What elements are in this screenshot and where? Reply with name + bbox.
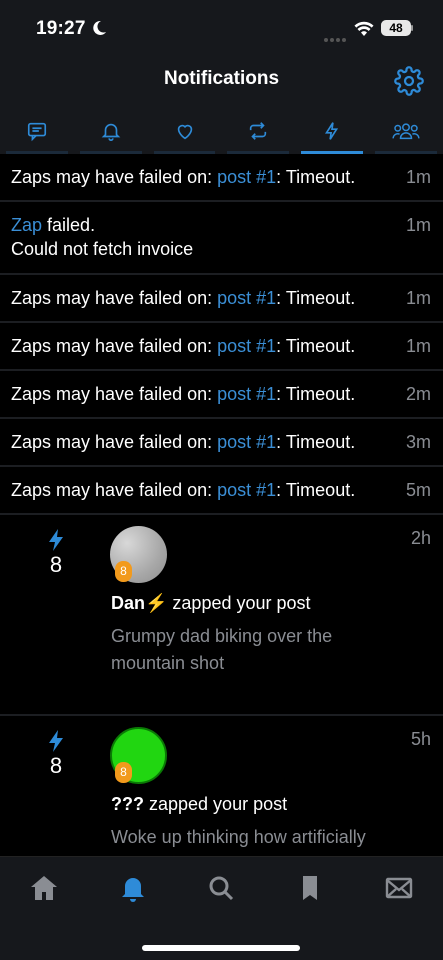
tab-reposts[interactable] bbox=[221, 108, 295, 154]
timestamp: 5m bbox=[405, 480, 431, 500]
failure-line1: failed. bbox=[42, 215, 96, 235]
failure-row[interactable]: Zaps may have failed on: post #1: Timeou… bbox=[0, 323, 443, 371]
failure-prefix: Zaps may have failed on: bbox=[11, 167, 218, 187]
zap-amount: 8 bbox=[49, 753, 63, 778]
post-link[interactable]: post #1 bbox=[217, 288, 276, 308]
failure-suffix: : Timeout. bbox=[276, 336, 356, 356]
zapper-name[interactable]: ??? bbox=[111, 794, 144, 814]
battery-icon: 48 bbox=[381, 20, 411, 36]
failure-row[interactable]: Zaps may have failed on: post #1: Timeou… bbox=[0, 371, 443, 419]
post-link[interactable]: post #1 bbox=[217, 167, 276, 187]
timestamp: 1m bbox=[405, 288, 431, 308]
tab-follows[interactable] bbox=[369, 108, 443, 154]
failure-prefix: Zaps may have failed on: bbox=[11, 384, 218, 404]
nav-bar: Notifications bbox=[0, 58, 443, 108]
battery-tip bbox=[411, 25, 413, 31]
timestamp: 1m bbox=[405, 215, 431, 235]
zap-summary: Dan⚡ zapped your post bbox=[111, 593, 311, 614]
bell-icon bbox=[101, 123, 121, 141]
home-indicator bbox=[142, 945, 300, 951]
page-title: Notifications bbox=[163, 68, 280, 89]
zap-amount: 8 bbox=[49, 552, 63, 577]
nav-home[interactable] bbox=[0, 872, 89, 904]
chat-icon bbox=[27, 122, 46, 142]
timestamp: 1m bbox=[405, 167, 431, 187]
failure-row[interactable]: Zaps may have failed on: post #1: Timeou… bbox=[0, 275, 443, 323]
failure-row[interactable]: Zaps may have failed on: post #1: Timeou… bbox=[0, 154, 443, 202]
zap-summary: ??? zapped your post bbox=[111, 794, 287, 815]
failure-prefix: Zaps may have failed on: bbox=[11, 480, 218, 500]
heart-icon bbox=[177, 124, 192, 140]
tab-mentions[interactable] bbox=[74, 108, 148, 154]
nav-messages[interactable] bbox=[354, 872, 443, 904]
search-icon bbox=[209, 876, 234, 901]
failure-suffix: : Timeout. bbox=[276, 167, 356, 187]
zapper-name[interactable]: Dan⚡ bbox=[111, 593, 167, 613]
gear-icon[interactable] bbox=[394, 66, 424, 96]
failure-row[interactable]: Zaps may have failed on: post #1: Timeou… bbox=[0, 419, 443, 467]
mail-icon bbox=[385, 877, 412, 899]
repost-icon bbox=[250, 122, 267, 140]
post-link[interactable]: post #1 bbox=[217, 480, 276, 500]
timestamp: 1m bbox=[405, 336, 431, 356]
failure-prefix: Zaps may have failed on: bbox=[11, 336, 218, 356]
timestamp: 5h bbox=[410, 729, 431, 749]
zap-action: zapped your post bbox=[144, 794, 288, 814]
status-time: 19:27 bbox=[36, 18, 86, 39]
timestamp: 2h bbox=[410, 528, 431, 548]
failure-row[interactable]: Zaps may have failed on: post #1: Timeou… bbox=[0, 467, 443, 515]
tab-likes[interactable] bbox=[148, 108, 222, 154]
nav-search[interactable] bbox=[177, 872, 266, 904]
zap-notification[interactable]: 8 8 2h Dan⚡ zapped your post Grumpy dad … bbox=[0, 515, 443, 716]
zap-badge: 8 bbox=[115, 561, 132, 582]
failure-row[interactable]: Zap failed. Could not fetch invoice 1m bbox=[0, 202, 443, 275]
group-icon bbox=[392, 123, 420, 140]
post-link[interactable]: post #1 bbox=[217, 432, 276, 452]
timestamp: 2m bbox=[405, 384, 431, 404]
status-bar: 19:27 48 bbox=[0, 0, 443, 58]
signal-icon bbox=[324, 29, 348, 47]
notification-list: Zaps may have failed on: post #1: Timeou… bbox=[0, 154, 443, 917]
wifi-icon bbox=[354, 21, 374, 36]
bookmark-icon bbox=[303, 876, 318, 900]
lightning-icon bbox=[49, 529, 63, 551]
lightning-icon bbox=[49, 730, 63, 752]
failure-prefix: Zaps may have failed on: bbox=[11, 432, 218, 452]
home-icon bbox=[31, 876, 58, 900]
bottom-nav bbox=[0, 856, 443, 960]
failure-suffix: : Timeout. bbox=[276, 480, 356, 500]
failure-suffix: : Timeout. bbox=[276, 432, 356, 452]
nav-notifications[interactable] bbox=[89, 872, 178, 904]
notification-tabs bbox=[0, 108, 443, 154]
tab-replies[interactable] bbox=[0, 108, 74, 154]
failure-prefix: Zaps may have failed on: bbox=[11, 288, 218, 308]
failure-suffix: : Timeout. bbox=[276, 384, 356, 404]
post-link[interactable]: post #1 bbox=[217, 336, 276, 356]
nav-bookmarks[interactable] bbox=[266, 872, 355, 904]
moon-icon bbox=[93, 20, 106, 35]
tab-zaps[interactable] bbox=[295, 108, 369, 154]
post-preview[interactable]: Woke up thinking how artificially bbox=[111, 824, 371, 851]
post-link[interactable]: post #1 bbox=[217, 384, 276, 404]
zap-link[interactable]: Zap bbox=[11, 215, 42, 235]
lightning-icon bbox=[325, 122, 339, 140]
post-preview[interactable]: Grumpy dad biking over the mountain shot bbox=[111, 623, 371, 677]
bell-icon bbox=[121, 878, 144, 902]
timestamp: 3m bbox=[405, 432, 431, 452]
failure-suffix: : Timeout. bbox=[276, 288, 356, 308]
zap-action: zapped your post bbox=[167, 593, 311, 613]
failure-line2: Could not fetch invoice bbox=[11, 239, 194, 259]
zap-badge: 8 bbox=[115, 762, 132, 783]
